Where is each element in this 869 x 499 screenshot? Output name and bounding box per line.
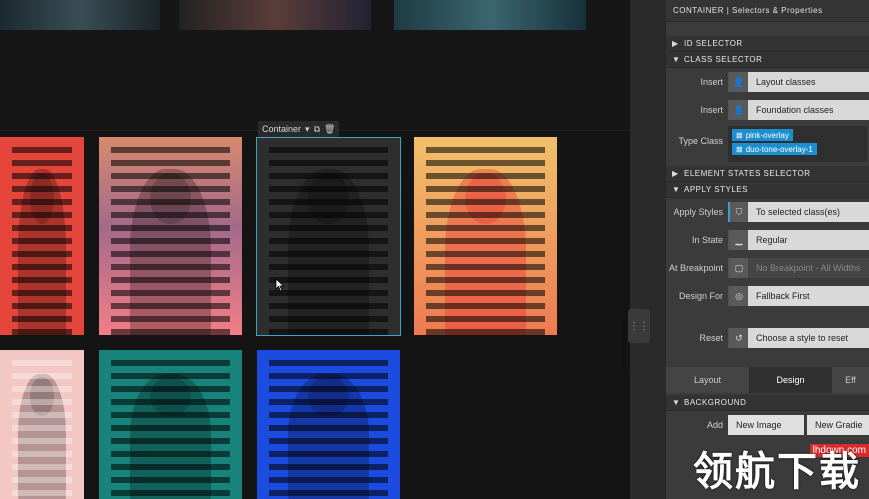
photo-light-pink[interactable] (0, 350, 84, 499)
state-icon[interactable]: ▁ (728, 230, 748, 250)
reset-row: Reset ↺ Choose a style to reset (666, 324, 869, 352)
properties-panel: CONTAINER | Selectors & Properties ▶ ID … (666, 0, 869, 499)
in-state-select[interactable]: Regular (748, 230, 869, 250)
splitter-grip[interactable] (622, 318, 626, 370)
new-image-button[interactable]: New Image (728, 415, 804, 435)
type-class-row: Type Class ⊠ pink-overlay ⊠ duo-tone-overl… (666, 124, 869, 166)
photo-orange[interactable] (414, 137, 557, 335)
chevron-down-icon: ▼ (672, 185, 681, 194)
chevron-right-icon: ▶ (672, 169, 679, 178)
chevron-down-icon[interactable]: ▾ (305, 124, 310, 135)
foundation-classes-select[interactable]: Foundation classes (748, 100, 869, 120)
insert-layout-row: Insert 👤 Layout classes (666, 68, 869, 96)
section-element-states[interactable]: ▶ ELEMENT STATES SELECTOR (666, 166, 869, 182)
watermark: lhdown.com 领航下载 (689, 440, 869, 499)
panel-title: CONTAINER | Selectors & Properties (666, 0, 869, 22)
panel-splitter (630, 0, 666, 499)
user-icon[interactable]: 👤 (728, 100, 748, 120)
design-canvas[interactable]: Container ▾ ⧉ 🗑 (0, 0, 630, 499)
design-for-select[interactable]: Fallback First (748, 286, 869, 306)
section-class-selector[interactable]: ▼ CLASS SELECTOR (666, 52, 869, 68)
tab-design[interactable]: Design (749, 367, 832, 393)
duplicate-icon[interactable]: ⧉ (314, 124, 320, 135)
in-state-row: In State ▁ Regular (666, 226, 869, 254)
section-background[interactable]: ▼ BACKGROUND (666, 395, 869, 411)
mouse-cursor-icon (275, 278, 285, 292)
top-thumbnail-2[interactable] (179, 0, 371, 30)
photo-pink-overlay[interactable] (99, 137, 242, 335)
tab-layout[interactable]: Layout (666, 367, 749, 393)
class-chip[interactable]: ⊠ pink-overlay (732, 129, 793, 141)
at-breakpoint-row: At Breakpoint ▢ No Breakpoint - All Widt… (666, 254, 869, 282)
chevron-right-icon: ▶ (672, 39, 679, 48)
new-gradient-button[interactable]: New Gradie (807, 415, 869, 435)
chip-remove-icon[interactable]: ⊠ (736, 145, 743, 154)
watermark-text: 领航下载 (693, 449, 861, 495)
type-class-input[interactable]: ⊠ pink-overlay ⊠ duo-tone-overlay-1 (728, 126, 867, 162)
container-tag-label: Container (262, 124, 302, 134)
chevron-down-icon: ▼ (672, 55, 681, 64)
class-chip[interactable]: ⊠ duo-tone-overlay-1 (732, 143, 817, 155)
breakpoint-select[interactable]: No Breakpoint - All Widths (748, 258, 869, 278)
paint-roller-icon[interactable]: ⛉ (728, 202, 748, 222)
drag-handle-icon[interactable]: ⋮⋮ (628, 309, 650, 343)
top-thumbnail-1[interactable] (0, 0, 160, 30)
canvas-top-section (0, 0, 630, 130)
design-for-row: Design For ◎ Fallback First (666, 282, 869, 310)
section-id-selector[interactable]: ▶ ID SELECTOR (666, 36, 869, 52)
photo-blue[interactable] (257, 350, 400, 499)
breakpoint-icon[interactable]: ▢ (728, 258, 748, 278)
chip-remove-icon[interactable]: ⊠ (736, 131, 743, 140)
photo-teal[interactable] (99, 350, 242, 499)
apply-styles-row: Apply Styles ⛉ To selected class(es) (666, 198, 869, 226)
selection-outline (256, 137, 401, 336)
background-add-row: Add New Image New Gradie (666, 411, 869, 439)
container-element-tag[interactable]: Container ▾ ⧉ 🗑 (258, 121, 340, 137)
tab-effects[interactable]: Eff (832, 367, 869, 393)
chevron-down-icon: ▼ (672, 398, 681, 407)
trash-icon[interactable]: 🗑 (324, 124, 335, 135)
user-icon[interactable]: 👤 (728, 72, 748, 92)
photo-red[interactable] (0, 137, 84, 335)
reset-select[interactable]: Choose a style to reset (748, 328, 869, 348)
insert-foundation-row: Insert 👤 Foundation classes (666, 96, 869, 124)
panel-tabs: Layout Design Eff (666, 367, 869, 393)
apply-styles-select[interactable]: To selected class(es) (748, 202, 869, 222)
reset-icon[interactable]: ↺ (728, 328, 748, 348)
section-apply-styles[interactable]: ▼ APPLY STYLES (666, 182, 869, 198)
target-icon[interactable]: ◎ (728, 286, 748, 306)
layout-classes-select[interactable]: Layout classes (748, 72, 869, 92)
top-thumbnail-3[interactable] (394, 0, 586, 30)
